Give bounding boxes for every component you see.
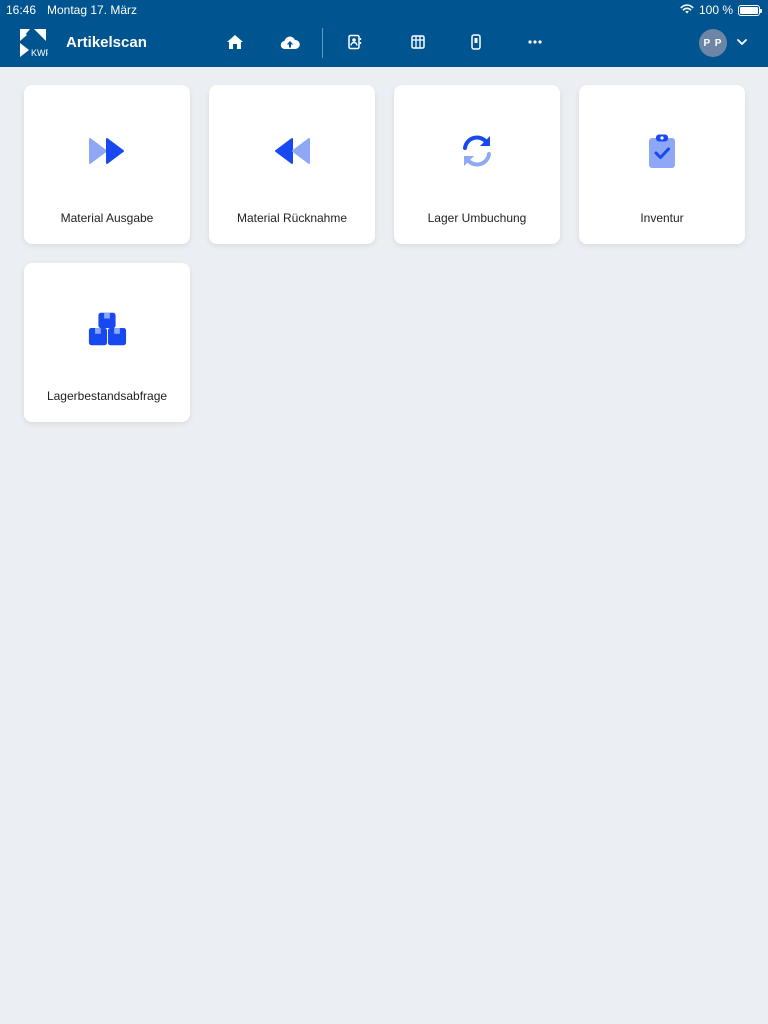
kwp-logo: KWP (18, 28, 52, 58)
tile-lager-umbuchung[interactable]: Lager Umbuchung (394, 85, 560, 244)
status-right: 100 % (680, 3, 762, 17)
app-header: KWP Artikelscan (0, 20, 768, 67)
device-icon[interactable] (464, 30, 488, 54)
app-title: Artikelscan (66, 34, 147, 51)
grid-icon[interactable] (406, 30, 430, 54)
boxes-icon (87, 309, 127, 349)
sync-icon (457, 131, 497, 171)
top-bar: 16:46 Montag 17. März 100 % KWP (0, 0, 768, 67)
status-time: 16:46 (6, 3, 37, 17)
battery-text: 100 % (698, 3, 733, 17)
nav-divider (322, 28, 323, 58)
tile-label: Material Rücknahme (236, 211, 348, 225)
tile-label: Material Ausgabe (60, 211, 154, 225)
contacts-icon[interactable] (343, 30, 367, 54)
tile-inventur[interactable]: Inventur (579, 85, 745, 244)
tile-material-ausgabe[interactable]: Material Ausgabe (24, 85, 190, 244)
rewind-icon (272, 131, 312, 171)
status-date: Montag 17. März (47, 3, 138, 17)
svg-text:KWP: KWP (31, 48, 48, 58)
clipboard-check-icon (642, 131, 682, 171)
chevron-down-icon[interactable] (735, 35, 749, 49)
wifi-icon (680, 3, 694, 17)
tile-material-ruecknahme[interactable]: Material Rücknahme (209, 85, 375, 244)
more-icon[interactable] (523, 30, 547, 54)
battery-fill (740, 6, 758, 14)
battery-icon (738, 4, 762, 16)
tile-label: Lager Umbuchung (427, 211, 527, 225)
tile-label: Lagerbestandsabfrage (46, 389, 168, 403)
tile-label: Inventur (640, 211, 684, 225)
fast-forward-icon (87, 131, 127, 171)
avatar[interactable]: P P (699, 29, 727, 57)
status-bar: 16:46 Montag 17. März 100 % (0, 0, 768, 20)
home-icon[interactable] (223, 30, 247, 54)
tile-lagerbestandsabfrage[interactable]: Lagerbestandsabfrage (24, 263, 190, 422)
cloud-upload-icon[interactable] (278, 30, 302, 54)
